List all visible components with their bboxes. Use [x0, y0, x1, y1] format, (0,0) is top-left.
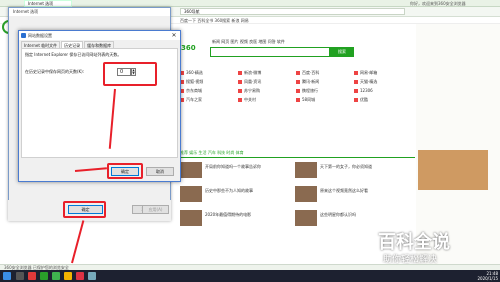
site-link[interactable]: 苏宁易购 [238, 88, 296, 94]
website-data-title: 网站数据设置 [28, 33, 52, 38]
site-link-label: 苏宁易购 [244, 88, 260, 93]
site-link-label: 百度·百科 [302, 70, 320, 75]
site-link[interactable]: 中关村 [238, 97, 296, 103]
start-menu-icon[interactable] [3, 272, 11, 280]
site-link-label: 凤凰·资讯 [244, 79, 262, 84]
browser-taskbar-icon[interactable] [40, 272, 48, 280]
top-right-links[interactable]: 你好，欢迎来到360安全浏览器 [410, 0, 500, 7]
news-thumbnail[interactable] [180, 162, 202, 178]
site-link[interactable]: 360·精选 [180, 70, 238, 76]
news-thumbnail[interactable] [295, 210, 317, 226]
site-favicon-icon [354, 71, 358, 75]
site-link-label: 新浪·微博 [244, 70, 262, 75]
site-link[interactable]: 优酷 [354, 97, 412, 103]
news-headline[interactable]: 历史中那些不为人知的故事 [205, 188, 275, 200]
address-bar[interactable]: 360导航 [180, 8, 405, 15]
news-thumbnail[interactable] [295, 186, 317, 202]
site-link[interactable]: 天猫·精选 [354, 79, 412, 85]
site-link-label: 优酷 [360, 97, 368, 102]
site-favicon-icon [296, 89, 300, 93]
sidebar-image [418, 150, 488, 190]
site-link-label: 网易·邮箱 [360, 70, 378, 75]
site-favicon-icon [354, 89, 358, 93]
app2-icon[interactable] [88, 272, 96, 280]
history-days-label: 在历史记录中保存网页的天数(K): [25, 69, 85, 74]
site-link-label: 携程旅行 [302, 88, 318, 93]
site-link-label: 汽车之家 [186, 97, 202, 102]
site-link[interactable]: 携程旅行 [296, 88, 354, 94]
site-link[interactable]: 12306 [354, 88, 412, 94]
news-headline[interactable]: 2020年最值得期待的电影 [205, 212, 275, 224]
watermark-logo: 百科全说 [378, 232, 450, 253]
news-thumbnail[interactable] [295, 162, 317, 178]
site-link[interactable]: 京东商城 [180, 88, 238, 94]
site-link[interactable]: 汽车之家 [180, 97, 238, 103]
site-link-label: 360·精选 [186, 70, 203, 75]
site-favicon-icon [238, 98, 242, 102]
website-data-tabs: Internet 临时文件 历史记录 缓存和数据库 [21, 41, 171, 49]
internet-options-title: Internet 选项 [9, 8, 170, 16]
news-headline[interactable]: 天下第一的女子，你必须知道 [320, 164, 390, 176]
site-link[interactable]: 搜狐·视频 [180, 79, 238, 85]
clock-date: 2020/1/15 [477, 276, 498, 281]
news-headline[interactable]: 这些明星你都认识吗 [320, 212, 390, 224]
site-favicon-icon [354, 80, 358, 84]
site-link-label: 京东商城 [186, 88, 202, 93]
site-favicon-icon [296, 98, 300, 102]
internet-options-apply-button[interactable]: 应用(A) [142, 205, 169, 214]
folder-icon[interactable] [64, 272, 72, 280]
site-navigation-grid: 360·精选 新浪·微博 百度·百科 网易·邮箱搜狐·视频 凤凰·资讯 腾讯·新闻 天猫·精… [180, 66, 415, 146]
news-category-tabs[interactable]: 推荐 娱乐 生活 汽车 科技 时尚 体育 [180, 150, 415, 158]
close-icon[interactable]: ✕ [168, 31, 180, 40]
media-icon[interactable] [76, 272, 84, 280]
site-link-label: 天猫·精选 [360, 79, 378, 84]
annotation-box-days [103, 62, 157, 86]
site-favicon-icon [238, 80, 242, 84]
watermark-subtitle: 助你轻松解决 [383, 255, 438, 265]
news-headline[interactable]: 开局前你知道吗一个故事告诉你 [205, 164, 275, 176]
site-link[interactable]: 百度·百科 [296, 70, 354, 76]
site-link-label: 中关村 [244, 97, 256, 102]
site-link-label: 腾讯·新闻 [302, 79, 320, 84]
site-link-label: 58同城 [302, 97, 316, 102]
app-icon[interactable] [28, 272, 36, 280]
site-link[interactable]: 凤凰·资讯 [238, 79, 296, 85]
site-favicon-icon [354, 98, 358, 102]
site-link-label: 12306 [360, 88, 373, 93]
search-input[interactable] [210, 47, 330, 57]
site-link-label: 搜狐·视频 [186, 79, 204, 84]
search-button[interactable]: 搜索 [330, 47, 354, 57]
settings-icon [21, 33, 26, 38]
windows-taskbar [0, 270, 500, 282]
site-favicon-icon [296, 71, 300, 75]
system-clock: 21:48 2020/1/15 [470, 271, 498, 281]
site-favicon-icon [238, 89, 242, 93]
annotation-box-wd-ok [107, 163, 143, 179]
news-headline[interactable]: 原来这个视频竟然这么好看 [320, 188, 390, 200]
news-thumbnail[interactable] [180, 210, 202, 226]
search-category-tabs[interactable]: 新闻 网页 图片 视频 良医 地图 问答 软件 [212, 39, 362, 46]
annotation-box-io-ok [63, 201, 106, 218]
search-icon[interactable] [16, 272, 24, 280]
site-link[interactable]: 新浪·微博 [238, 70, 296, 76]
browser-tab[interactable]: Internet 选项 [24, 0, 72, 7]
news-thumbnail[interactable] [180, 186, 202, 202]
wechat-icon[interactable] [52, 272, 60, 280]
site-link[interactable]: 58同城 [296, 97, 354, 103]
website-data-cancel-button[interactable]: 取消 [146, 167, 174, 176]
site-favicon-icon [296, 80, 300, 84]
site-link[interactable]: 腾讯·新闻 [296, 79, 354, 85]
site-favicon-icon [238, 71, 242, 75]
search-logo: 360 [181, 44, 196, 52]
site-link[interactable]: 网易·邮箱 [354, 70, 412, 76]
